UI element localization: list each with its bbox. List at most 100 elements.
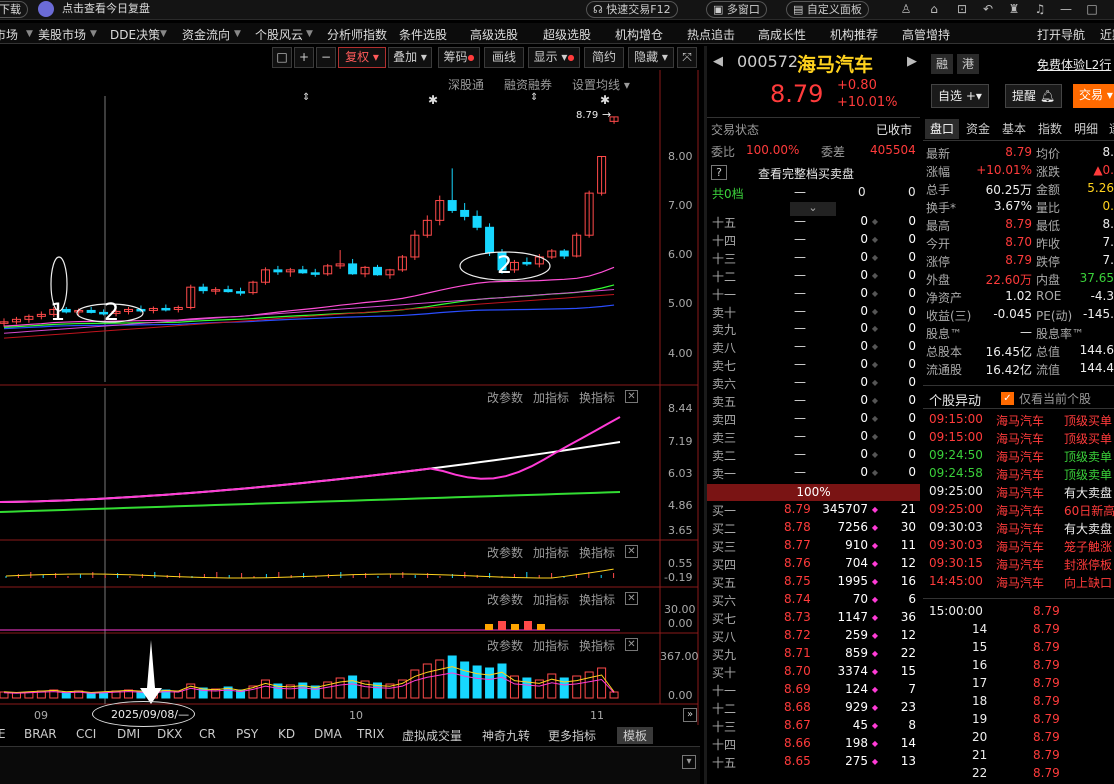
sell-level-row[interactable]: 卖三 —0 ◆ 0: [712, 429, 920, 447]
buy-level-row[interactable]: 买六 8.74 70 ◆ 6: [712, 592, 920, 610]
menu-item-market[interactable]: 市场: [0, 26, 18, 43]
only-current-label[interactable]: 仅看当前个股: [1019, 390, 1091, 407]
sell-level-row[interactable]: 十四 —0 ◆ 0: [712, 232, 920, 250]
tab-funds[interactable]: 资金: [961, 119, 995, 139]
back-icon[interactable]: ↶: [980, 1, 996, 17]
zoom-out-button[interactable]: −: [316, 47, 336, 68]
menu-item-dde[interactable]: DDE决策: [110, 26, 160, 43]
tab-index[interactable]: 指数: [1033, 119, 1067, 139]
sell-level-row[interactable]: 卖九 —0 ◆ 0: [712, 321, 920, 339]
buy-level-row[interactable]: 十五 8.65 275 ◆ 13: [712, 754, 920, 772]
multi-window-button[interactable]: ▣ 多窗口: [706, 1, 767, 18]
chips-button[interactable]: 筹码●: [438, 47, 480, 68]
tab-dmi[interactable]: DMI: [117, 727, 140, 741]
buy-level-row[interactable]: 十一 8.69 124 ◆ 7: [712, 682, 920, 700]
close-icon[interactable]: ✕: [625, 545, 638, 558]
close-icon[interactable]: ✕: [625, 592, 638, 605]
event-row[interactable]: 09:30:15 海马汽车 封涨停板: [926, 556, 1114, 574]
l2-trial-link[interactable]: 免费体验L2行: [1037, 56, 1111, 73]
event-row[interactable]: 09:24:58 海马汽车 顶级卖单: [926, 466, 1114, 484]
event-row[interactable]: 09:15:00 海马汽车 顶级买单: [926, 412, 1114, 430]
collapse-icon[interactable]: ▾: [682, 755, 696, 769]
menu-item-exec-increase[interactable]: 高管增持: [902, 26, 950, 43]
buy-level-row[interactable]: 买十 8.70 3374 ◆ 15: [712, 664, 920, 682]
tab-handicap[interactable]: 盘口: [925, 119, 959, 139]
shirt-icon[interactable]: ♜: [1006, 1, 1022, 17]
buy-level-row[interactable]: 买九 8.71 859 ◆ 22: [712, 646, 920, 664]
home-icon[interactable]: ⌂: [926, 1, 942, 17]
sell-level-row[interactable]: 卖六 —0 ◆ 0: [712, 375, 920, 393]
overlay-button[interactable]: 叠加 ▾: [388, 47, 432, 68]
full-orderbook-link[interactable]: 查看完整档买卖盘: [758, 165, 854, 182]
menu-item-analyst-index[interactable]: 分析师指数: [327, 26, 387, 43]
next-stock-icon[interactable]: ▶: [907, 54, 917, 69]
tab-dkx[interactable]: DKX: [157, 727, 182, 741]
zoom-in-button[interactable]: +: [294, 47, 314, 68]
sell-level-row[interactable]: 十一 —0 ◆ 0: [712, 286, 920, 304]
tab-detail[interactable]: 明细: [1069, 119, 1103, 139]
buy-level-row[interactable]: 买一 8.79 345707 ◆ 21: [712, 502, 920, 520]
menu-item-open-nav[interactable]: 打开导航: [1037, 26, 1085, 43]
menu-item-condition-select[interactable]: 条件选股: [399, 26, 447, 43]
buy-level-row[interactable]: 买二 8.78 7256 ◆ 30: [712, 520, 920, 538]
custom-panel-button[interactable]: ▤ 自定义面板: [786, 1, 869, 18]
sell-level-row[interactable]: 十三 —0 ◆ 0: [712, 250, 920, 268]
buy-level-row[interactable]: 十二 8.68 929 ◆ 23: [712, 700, 920, 718]
bell-icon[interactable]: ♫: [1032, 1, 1048, 17]
ma-settings-link[interactable]: 设置均线 ▾: [572, 76, 630, 93]
prev-stock-icon[interactable]: ◀: [713, 54, 723, 69]
event-row[interactable]: 09:24:50 海马汽车 顶级卖单: [926, 448, 1114, 466]
tab-virtual-volume[interactable]: 虚拟成交量: [402, 727, 462, 744]
menu-item-recent[interactable]: 近期: [1100, 26, 1114, 43]
sell-level-row[interactable]: 卖七 —0 ◆ 0: [712, 357, 920, 375]
menu-item-inst-recommend[interactable]: 机构推荐: [830, 26, 878, 43]
buy-level-row[interactable]: 买七 8.73 1147 ◆ 36: [712, 610, 920, 628]
menu-item-us-stocks[interactable]: 美股市场: [38, 26, 86, 43]
daily-review-link[interactable]: 点击查看今日复盘: [62, 1, 150, 18]
quick-trade-button[interactable]: ☊ 快速交易F12: [586, 1, 678, 18]
fullscreen-icon[interactable]: ⤧: [677, 47, 697, 68]
download-button[interactable]: 下载: [0, 1, 28, 18]
draw-line-button[interactable]: 画线: [484, 47, 524, 68]
help-icon[interactable]: ?: [711, 165, 727, 180]
scroll-right-icon[interactable]: »: [683, 708, 697, 722]
event-row[interactable]: 09:30:03 海马汽车 笼子触涨: [926, 538, 1114, 556]
sell-level-row[interactable]: 卖二 —0 ◆ 0: [712, 447, 920, 465]
minimize-icon[interactable]: —: [1058, 1, 1074, 17]
menu-item-super-select[interactable]: 超级选股: [543, 26, 591, 43]
lock-icon[interactable]: ⊡: [954, 1, 970, 17]
buy-level-row[interactable]: 买四 8.76 704 ◆ 12: [712, 556, 920, 574]
sgt-link[interactable]: 深股通: [448, 76, 484, 93]
menu-item-capital-flow[interactable]: 资金流向: [182, 26, 230, 43]
hide-button[interactable]: 隐藏 ▾: [628, 47, 674, 68]
tab-dma[interactable]: DMA: [314, 727, 342, 741]
tab-tick[interactable]: 逐: [1105, 119, 1114, 139]
tab-brar[interactable]: BRAR: [24, 727, 57, 741]
buy-level-row[interactable]: 十四 8.66 198 ◆ 14: [712, 736, 920, 754]
event-row[interactable]: 09:15:00 海马汽车 顶级买单: [926, 430, 1114, 448]
tab-template[interactable]: 模板: [617, 727, 654, 744]
sell-level-row[interactable]: 十二 —0 ◆ 0: [712, 268, 920, 286]
event-row[interactable]: 14:45:00 海马汽车 向上缺口: [926, 574, 1114, 592]
sell-level-row[interactable]: 卖十 —0 ◆ 0: [712, 304, 920, 322]
maximize-icon[interactable]: □: [1084, 1, 1100, 17]
buy-level-row[interactable]: 十三 8.67 45 ◆ 8: [712, 718, 920, 736]
menu-item-stock-news[interactable]: 个股风云: [255, 26, 303, 43]
tab-basics[interactable]: 基本: [997, 119, 1031, 139]
tab-trix[interactable]: TRIX: [357, 727, 384, 741]
tab-cr[interactable]: CR: [199, 727, 216, 741]
tab-cci[interactable]: CCI: [76, 727, 96, 741]
event-row[interactable]: 09:25:00 海马汽车 有大卖盘: [926, 484, 1114, 502]
buy-level-row[interactable]: 买八 8.72 259 ◆ 12: [712, 628, 920, 646]
tab-e[interactable]: E: [0, 727, 6, 741]
tab-psy[interactable]: PSY: [236, 727, 258, 741]
sell-level-row[interactable]: 卖一 —0 ◆ 0: [712, 465, 920, 483]
menu-item-advanced-select[interactable]: 高级选股: [470, 26, 518, 43]
sell-level-row[interactable]: 十五 —0 ◆ 0: [712, 214, 920, 232]
adjust-button[interactable]: 复权 ▾: [338, 47, 386, 68]
buy-level-row[interactable]: 买三 8.77 910 ◆ 11: [712, 538, 920, 556]
sell-level-row[interactable]: 卖八 —0 ◆ 0: [712, 339, 920, 357]
display-button[interactable]: 显示 ▾●: [528, 47, 580, 68]
trade-button[interactable]: 交易 ▾: [1073, 84, 1114, 108]
watchlist-button[interactable]: 自选 +▾: [931, 84, 989, 108]
